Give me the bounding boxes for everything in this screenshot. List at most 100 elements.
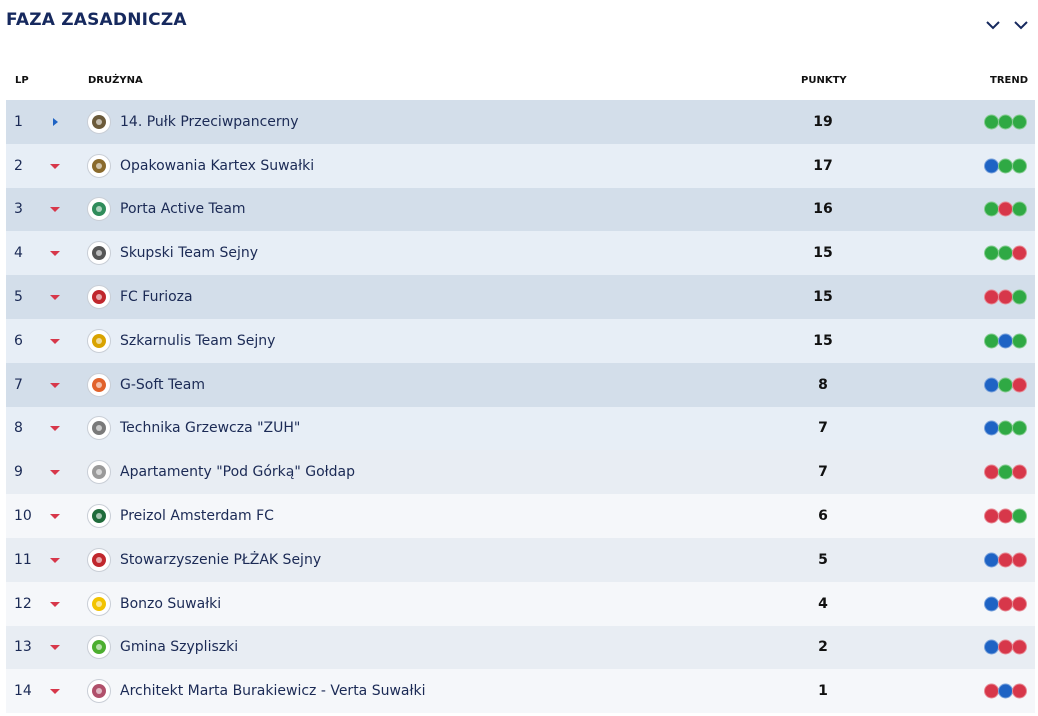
trend-dot	[998, 245, 1013, 261]
column-header-points: PUNKTY	[801, 75, 847, 86]
trend-indicator	[984, 377, 1027, 393]
table-row[interactable]: 2 Opakowania Kartex Suwałki 17	[6, 143, 1035, 188]
team-points: 2	[818, 639, 828, 656]
table-row[interactable]: 14 Architekt Marta Burakiewicz - Verta Su…	[6, 669, 1035, 714]
table-row[interactable]: 4 Skupski Team Sejny 15	[6, 231, 1035, 276]
table-row[interactable]: 7 G-Soft Team 8	[6, 362, 1035, 407]
triangle-down-icon	[50, 163, 60, 169]
trend-dot	[1012, 683, 1027, 699]
team-points: 16	[813, 201, 833, 218]
trend-dot	[984, 114, 999, 130]
team-name-link[interactable]: Porta Active Team	[120, 201, 246, 217]
team-name-link[interactable]: FC Furioza	[120, 289, 193, 305]
trend-dot	[1012, 289, 1027, 305]
table-row[interactable]: 8 Technika Grzewcza "ZUH" 7	[6, 406, 1035, 451]
trend-indicator	[984, 639, 1027, 655]
trend-dot	[998, 333, 1013, 349]
trend-indicator	[984, 464, 1027, 480]
column-header-trend: TREND	[990, 75, 1029, 86]
team-points: 7	[818, 420, 828, 437]
trend-indicator	[984, 201, 1027, 217]
team-logo	[87, 547, 111, 572]
section-title: FAZA ZASADNICZA	[6, 10, 187, 30]
team-points: 5	[818, 551, 828, 568]
team-logo	[87, 504, 111, 529]
table-row[interactable]: 9 Apartamenty "Pod Górką" Gołdap 7	[6, 450, 1035, 495]
team-logo	[87, 109, 111, 134]
trend-dot	[998, 420, 1013, 436]
trend-dot	[984, 596, 999, 612]
trend-indicator	[984, 420, 1027, 436]
table-row[interactable]: 1 14. Pułk Przeciwpancerny 19	[6, 100, 1035, 144]
team-name-link[interactable]: Apartamenty "Pod Górką" Gołdap	[120, 464, 355, 480]
team-logo	[87, 372, 111, 397]
triangle-down-icon	[50, 251, 60, 257]
table-row[interactable]: 3 Porta Active Team 16	[6, 187, 1035, 232]
trend-dot	[1012, 508, 1027, 524]
team-name-link[interactable]: Architekt Marta Burakiewicz - Verta Suwa…	[120, 683, 425, 699]
trend-dot	[1012, 201, 1027, 217]
team-logo	[87, 328, 111, 353]
row-position: 13	[14, 639, 32, 656]
trend-dot	[1012, 158, 1027, 174]
team-name-link[interactable]: Opakowania Kartex Suwałki	[120, 158, 314, 174]
table-header: LP DRUŻYNA PUNKTY TREND	[0, 58, 1038, 100]
team-logo	[87, 460, 111, 485]
team-points: 8	[818, 376, 828, 393]
chevron-down-icon[interactable]	[1012, 18, 1030, 32]
team-points: 15	[813, 289, 833, 306]
row-position: 1	[14, 113, 23, 130]
team-points: 15	[813, 332, 833, 349]
row-position: 12	[14, 595, 32, 612]
team-name-link[interactable]: Technika Grzewcza "ZUH"	[120, 420, 300, 436]
team-logo	[87, 241, 111, 266]
trend-dot	[984, 201, 999, 217]
row-position: 5	[14, 289, 23, 306]
table-row[interactable]: 6 Szkarnulis Team Sejny 15	[6, 318, 1035, 363]
team-name-link[interactable]: 14. Pułk Przeciwpancerny	[120, 114, 299, 130]
row-position: 3	[14, 201, 23, 218]
team-name-link[interactable]: Bonzo Suwałki	[120, 596, 221, 612]
table-row[interactable]: 10 Preizol Amsterdam FC 6	[6, 494, 1035, 538]
trend-indicator	[984, 683, 1027, 699]
table-row[interactable]: 13 Gmina Szypliszki 2	[6, 625, 1035, 670]
trend-dot	[998, 377, 1013, 393]
standings-table: 1 14. Pułk Przeciwpancerny 19 2 Opakowania K…	[6, 100, 1035, 714]
team-points: 4	[818, 595, 828, 612]
team-logo	[87, 197, 111, 222]
table-row[interactable]: 11 Stowarzyszenie PŁŻAK Sejny 5	[6, 537, 1035, 582]
row-position: 4	[14, 245, 23, 262]
table-row[interactable]: 12 Bonzo Suwałki 4	[6, 581, 1035, 626]
triangle-right-icon	[53, 117, 58, 126]
team-logo	[87, 285, 111, 310]
chevron-down-icon[interactable]	[984, 18, 1002, 32]
trend-dot	[998, 114, 1013, 130]
team-logo	[87, 635, 111, 660]
team-name-link[interactable]: Preizol Amsterdam FC	[120, 508, 274, 524]
trend-dot	[984, 245, 999, 261]
trend-dot	[1012, 464, 1027, 480]
trend-dot	[984, 289, 999, 305]
trend-dot	[984, 333, 999, 349]
trend-dot	[998, 158, 1013, 174]
row-position: 2	[14, 157, 23, 174]
trend-dot	[984, 420, 999, 436]
team-name-link[interactable]: Szkarnulis Team Sejny	[120, 333, 275, 349]
triangle-down-icon	[50, 382, 60, 388]
trend-dot	[984, 639, 999, 655]
team-name-link[interactable]: Gmina Szypliszki	[120, 639, 238, 655]
row-position: 14	[14, 683, 32, 700]
table-row[interactable]: 5 FC Furioza 15	[6, 275, 1035, 319]
trend-dot	[998, 508, 1013, 524]
trend-dot	[1012, 114, 1027, 130]
triangle-down-icon	[50, 601, 60, 607]
team-logo	[87, 153, 111, 178]
triangle-down-icon	[50, 207, 60, 213]
team-name-link[interactable]: G-Soft Team	[120, 377, 205, 393]
column-header-team: DRUŻYNA	[88, 75, 143, 86]
team-name-link[interactable]: Skupski Team Sejny	[120, 245, 258, 261]
triangle-down-icon	[50, 426, 60, 432]
trend-dot	[998, 596, 1013, 612]
team-name-link[interactable]: Stowarzyszenie PŁŻAK Sejny	[120, 552, 321, 568]
trend-dot	[1012, 377, 1027, 393]
